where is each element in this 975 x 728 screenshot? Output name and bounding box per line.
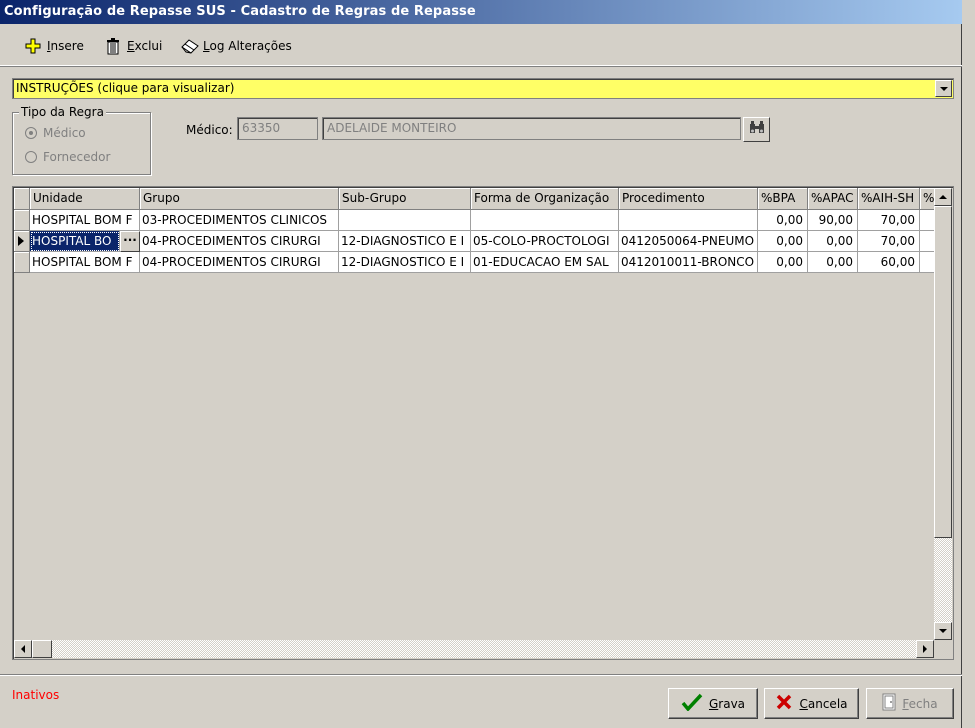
table-cell[interactable]: [339, 210, 471, 231]
exclui-button[interactable]: Exclui: [104, 36, 162, 56]
scroll-right-button[interactable]: [916, 640, 934, 658]
footer-separator: [0, 674, 962, 676]
close-icon: [775, 693, 793, 714]
table-cell[interactable]: 0,00: [758, 252, 808, 273]
search-button[interactable]: [743, 117, 770, 142]
table-cell-selected[interactable]: HOSPITAL BO: [30, 231, 120, 252]
eraser-icon: [180, 37, 199, 55]
plus-icon: [24, 37, 42, 55]
arrow-left-icon: [21, 645, 25, 653]
row-indicator: [14, 252, 30, 273]
radio-dot: [25, 127, 37, 139]
medico-name-field[interactable]: ADELAIDE MONTEIRO: [322, 117, 741, 140]
radio-fornecedor[interactable]: Fornecedor: [25, 150, 110, 164]
table-cell[interactable]: [920, 252, 935, 273]
binoculars-icon: [748, 120, 766, 139]
status-inativos: Inativos: [12, 688, 60, 702]
horizontal-scroll-thumb[interactable]: [32, 640, 52, 658]
col-aih-sh[interactable]: %AIH-SH: [858, 188, 920, 210]
col-more[interactable]: %: [920, 188, 935, 210]
col-subgrupo[interactable]: Sub-Grupo: [339, 188, 471, 210]
table-cell[interactable]: 12-DIAGNOSTICO E I: [339, 231, 471, 252]
col-procedimento[interactable]: Procedimento: [619, 188, 758, 210]
ellipsis-button[interactable]: ···: [120, 231, 140, 252]
row-indicator-current: [14, 231, 30, 252]
vertical-scroll-thumb[interactable]: [934, 206, 952, 538]
table-cell[interactable]: 01-EDUCACAO EM SAL: [471, 252, 619, 273]
instructions-text: INSTRUÇÕES (clique para visualizar): [16, 81, 235, 95]
trash-icon: [104, 37, 122, 55]
door-icon: [882, 693, 896, 714]
table-cell[interactable]: HOSPITAL BOM F: [30, 210, 140, 231]
table-cell[interactable]: [471, 210, 619, 231]
table-cell[interactable]: 0412010011-BRONCO: [619, 252, 758, 273]
header-indicator: [14, 188, 30, 210]
horizontal-scrollbar[interactable]: [14, 640, 934, 658]
table-cell[interactable]: 60,00: [858, 252, 920, 273]
tipo-regra-group: Tipo da Regra Médico Fornecedor: [12, 105, 151, 175]
table-cell[interactable]: 70,00: [858, 210, 920, 231]
col-grupo[interactable]: Grupo: [140, 188, 339, 210]
arrow-right-icon: [923, 645, 927, 653]
medico-label: Médico:: [186, 123, 233, 137]
table-cell[interactable]: 70,00: [858, 231, 920, 252]
col-forma-organizacao[interactable]: Forma de Organização: [471, 188, 619, 210]
dropdown-button[interactable]: [935, 80, 952, 97]
medico-code-field[interactable]: 63350: [237, 117, 318, 140]
arrow-down-icon: [939, 629, 947, 633]
scroll-left-button[interactable]: [14, 640, 32, 658]
toolbar: Insere Exclui Log Alterações: [0, 26, 962, 66]
grava-button[interactable]: Grava: [668, 688, 758, 719]
table-cell[interactable]: [920, 231, 935, 252]
scroll-corner: [934, 640, 952, 658]
col-bpa[interactable]: %BPA: [758, 188, 808, 210]
chevron-down-icon: [939, 86, 948, 91]
table-cell[interactable]: HOSPITAL BOM F: [30, 252, 140, 273]
table-cell[interactable]: 0,00: [758, 231, 808, 252]
table-cell[interactable]: 03-PROCEDIMENTOS CLINICOS: [140, 210, 339, 231]
table-cell[interactable]: 0,00: [808, 252, 858, 273]
radio-medico[interactable]: Médico: [25, 126, 86, 140]
table-cell[interactable]: 0412050064-PNEUMO: [619, 231, 758, 252]
row-indicator: [14, 210, 30, 231]
table-cell[interactable]: 04-PROCEDIMENTOS CIRURGI: [140, 231, 339, 252]
table-cell[interactable]: 12-DIAGNOSTICO E I: [339, 252, 471, 273]
table-cell[interactable]: 04-PROCEDIMENTOS CIRURGI: [140, 252, 339, 273]
current-row-arrow-icon: [18, 236, 24, 246]
table-cell[interactable]: [920, 210, 935, 231]
table-cell[interactable]: 05-COLO-PROCTOLOGI: [471, 231, 619, 252]
table-cell[interactable]: [619, 210, 758, 231]
window-title: Configuração de Repasse SUS - Cadastro d…: [0, 0, 962, 24]
scroll-up-button[interactable]: [934, 188, 952, 206]
log-alteracoes-button[interactable]: Log Alterações: [180, 36, 292, 56]
scroll-down-button[interactable]: [934, 622, 952, 640]
vertical-scrollbar[interactable]: [934, 188, 952, 640]
arrow-up-icon: [939, 195, 947, 199]
tipo-regra-legend: Tipo da Regra: [19, 105, 106, 119]
instructions-combo[interactable]: INSTRUÇÕES (clique para visualizar): [12, 78, 954, 99]
main-window: Configuração de Repasse SUS - Cadastro d…: [0, 0, 962, 728]
rules-grid: Unidade Grupo Sub-Grupo Forma de Organiz…: [12, 186, 954, 660]
col-unidade[interactable]: Unidade: [30, 188, 140, 210]
insere-button[interactable]: Insere: [24, 36, 84, 56]
radio-dot: [25, 151, 37, 163]
checkmark-icon: [681, 693, 703, 714]
fecha-button[interactable]: Fecha: [866, 688, 954, 719]
cancela-button[interactable]: Cancela: [764, 688, 859, 719]
table-cell[interactable]: 0,00: [758, 210, 808, 231]
col-apac[interactable]: %APAC: [808, 188, 858, 210]
table-cell[interactable]: 0,00: [808, 231, 858, 252]
table-cell[interactable]: 90,00: [808, 210, 858, 231]
